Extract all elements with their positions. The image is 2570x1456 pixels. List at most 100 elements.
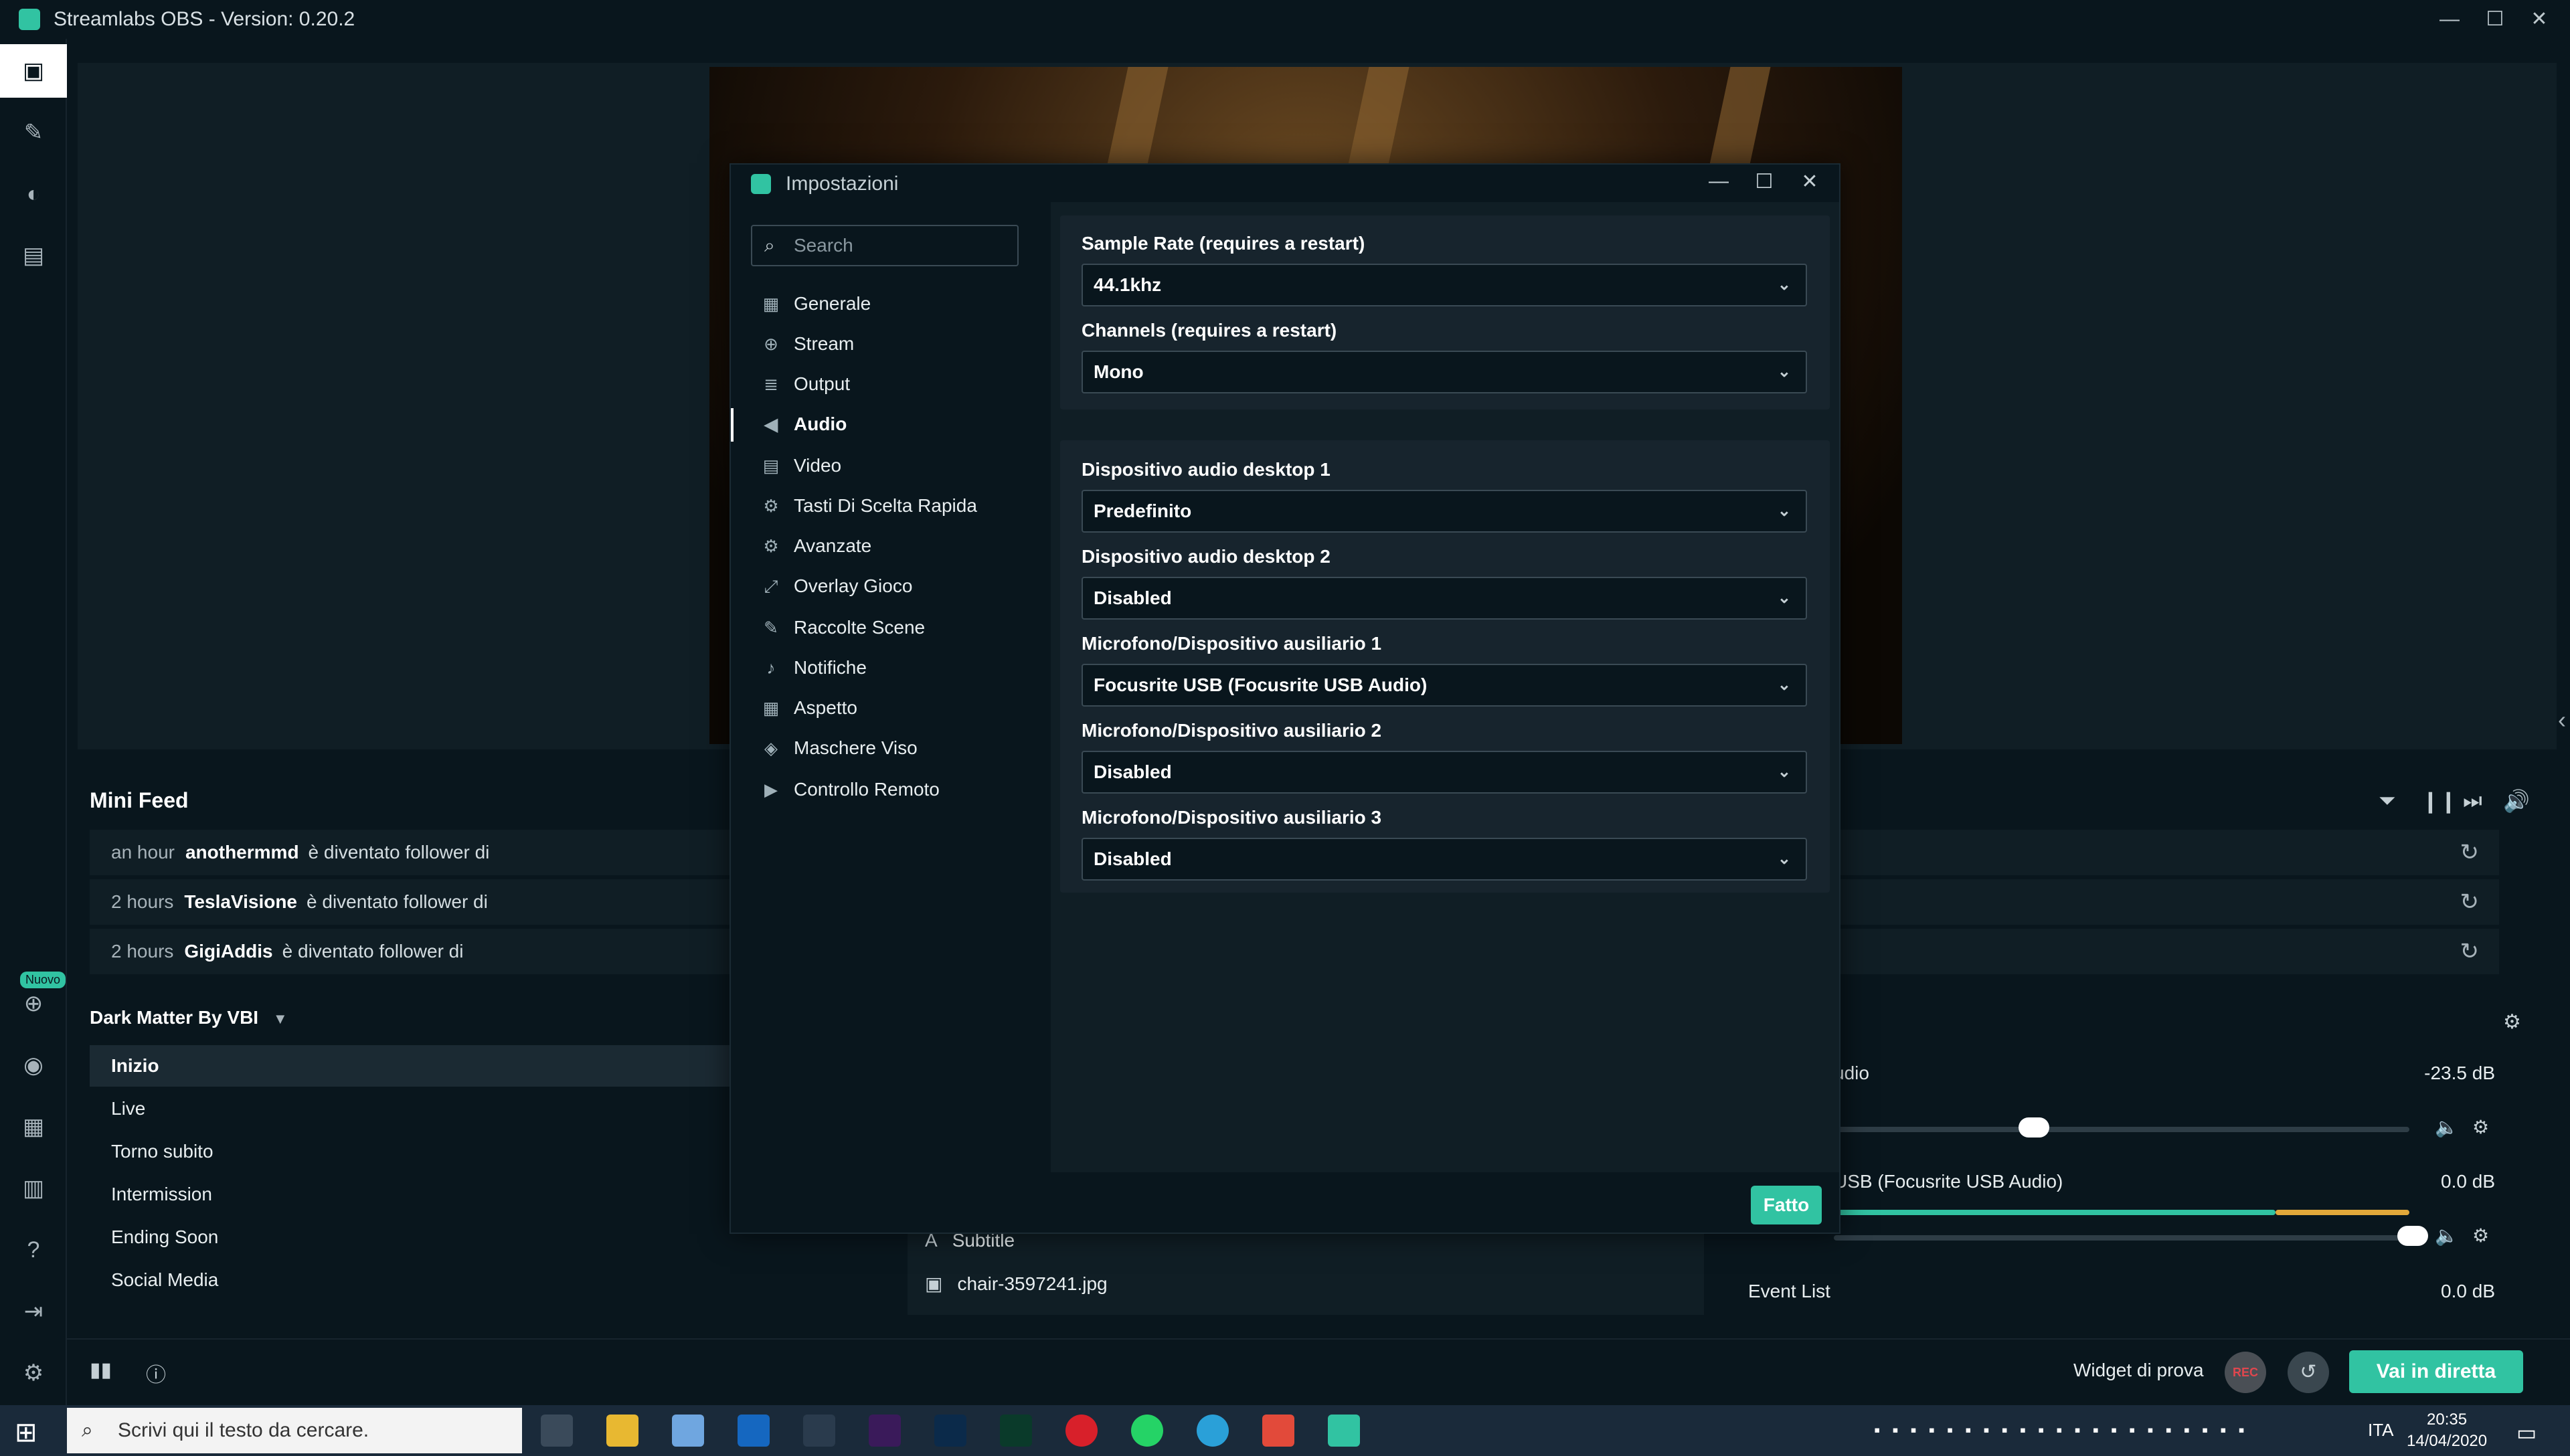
language-indicator[interactable]: ITA bbox=[2368, 1420, 2394, 1441]
desktop-audio-1-select[interactable]: Predefinito ⌄ bbox=[1082, 490, 1807, 533]
volume-slider-handle[interactable] bbox=[2019, 1117, 2049, 1138]
settings-nav-scene-collections[interactable]: ✎ Raccolte Scene bbox=[760, 608, 925, 648]
mute-icon[interactable]: 🔈 bbox=[2435, 1116, 2458, 1138]
layout-icon[interactable]: ▦ bbox=[0, 1100, 67, 1154]
replay-buffer-icon[interactable]: ↺ bbox=[2288, 1352, 2329, 1393]
store-app-icon[interactable] bbox=[803, 1415, 835, 1447]
search-icon: ⌕ bbox=[764, 235, 775, 256]
field-label: Microfono/Dispositivo ausiliario 1 bbox=[1082, 633, 1382, 654]
whatsapp-icon[interactable] bbox=[1131, 1415, 1163, 1447]
close-icon[interactable]: ✕ bbox=[2519, 5, 2559, 33]
app-icon[interactable] bbox=[672, 1415, 704, 1447]
field-label: Dispositivo audio desktop 1 bbox=[1082, 459, 1331, 480]
channels-select[interactable]: Mono ⌄ bbox=[1082, 351, 1807, 393]
maximize-icon[interactable]: ☐ bbox=[2475, 5, 2515, 33]
clock-time: 20:35 bbox=[2427, 1410, 2468, 1429]
source-item[interactable]: ▣ chair-3597241.jpg bbox=[925, 1273, 1108, 1295]
feed-action: è diventato follower di bbox=[282, 941, 464, 962]
settings-nav-output[interactable]: ≣ Output bbox=[760, 364, 850, 404]
settings-nav-hotkeys[interactable]: ⚙ Tasti Di Scelta Rapida bbox=[760, 486, 977, 526]
settings-nav-advanced[interactable]: ⚙ Avanzate bbox=[760, 526, 871, 566]
telegram-icon[interactable] bbox=[1197, 1415, 1229, 1447]
premiere-icon[interactable] bbox=[869, 1415, 901, 1447]
chevron-down-icon: ⌄ bbox=[1777, 676, 1791, 694]
scene-item-social-media[interactable]: Social Media bbox=[90, 1259, 879, 1301]
chatbot-icon[interactable]: ◐ bbox=[0, 167, 67, 221]
settings-nav-notifications[interactable]: ♪ Notifiche bbox=[760, 648, 867, 688]
gears-icon: ⚙ bbox=[763, 536, 779, 556]
mute-icon[interactable]: 🔈 bbox=[2435, 1224, 2458, 1247]
settings-nav-face-masks[interactable]: ◈ Maschere Viso bbox=[760, 728, 918, 768]
performance-icon[interactable]: ▮▮ bbox=[90, 1358, 112, 1382]
info-icon[interactable]: ⓘ bbox=[146, 1358, 166, 1388]
themes-icon[interactable]: ✎ bbox=[0, 106, 67, 159]
field-label: Sample Rate (requires a restart) bbox=[1082, 233, 1365, 254]
record-button[interactable]: REC bbox=[2225, 1352, 2266, 1393]
chevron-left-icon[interactable]: ‹ bbox=[2558, 706, 2566, 734]
audition-icon[interactable] bbox=[1000, 1415, 1032, 1447]
taskbar-search[interactable]: ⌕ Scrivi qui il testo da cercare. bbox=[67, 1408, 522, 1453]
task-view-icon[interactable] bbox=[541, 1415, 573, 1447]
outlook-icon[interactable] bbox=[738, 1415, 770, 1447]
settings-gear-icon[interactable]: ⚙ bbox=[0, 1346, 67, 1400]
logout-icon[interactable]: ⇥ bbox=[0, 1285, 67, 1338]
settings-nav-game-overlay[interactable]: ⤢ Overlay Gioco bbox=[760, 566, 913, 606]
editor-icon[interactable]: ▣ bbox=[0, 44, 67, 98]
help-icon[interactable]: ? bbox=[0, 1223, 67, 1277]
store-icon[interactable]: ▤ bbox=[0, 229, 67, 282]
mic-aux-1-select[interactable]: Focusrite USB (Focusrite USB Audio) ⌄ bbox=[1082, 664, 1807, 707]
app-icon[interactable] bbox=[1262, 1415, 1294, 1447]
streamlabs-taskbar-icon[interactable] bbox=[1328, 1415, 1360, 1447]
photoshop-icon[interactable] bbox=[934, 1415, 966, 1447]
settings-nav-remote-control[interactable]: ▶ Controllo Remoto bbox=[760, 769, 940, 810]
maximize-icon[interactable]: ☐ bbox=[1745, 170, 1783, 193]
settings-nav-audio[interactable]: ◀ Audio bbox=[760, 404, 847, 444]
studio-mode-icon[interactable]: ▥ bbox=[0, 1162, 67, 1215]
skip-icon[interactable]: ⏭ bbox=[2463, 788, 2482, 814]
minimize-icon[interactable]: — bbox=[2429, 5, 2470, 33]
settings-search-input[interactable]: ⌕ Search bbox=[751, 225, 1019, 266]
channel-settings-icon[interactable]: ⚙ bbox=[2472, 1224, 2489, 1247]
sample-rate-select[interactable]: 44.1khz ⌄ bbox=[1082, 264, 1807, 306]
mask-icon: ◈ bbox=[764, 738, 778, 758]
filter-icon[interactable]: ⏷ bbox=[2379, 788, 2396, 814]
settings-dialog: Impostazioni — ☐ ✕ ⌕ Search ▦ Generale ⊕ S… bbox=[730, 163, 1840, 1234]
notifications-icon[interactable]: ▭ bbox=[2516, 1420, 2537, 1445]
desktop-audio-2-select[interactable]: Disabled ⌄ bbox=[1082, 577, 1807, 620]
mic-aux-2-select[interactable]: Disabled ⌄ bbox=[1082, 751, 1807, 794]
minimize-icon[interactable]: — bbox=[1700, 170, 1737, 193]
repeat-icon[interactable]: ↻ bbox=[2460, 879, 2480, 925]
windows-start-icon[interactable]: ⊞ bbox=[15, 1417, 37, 1448]
settings-nav-video[interactable]: ▤ Video bbox=[760, 446, 841, 486]
volume-slider-handle[interactable] bbox=[2397, 1226, 2428, 1246]
mic-aux-3-select[interactable]: Disabled ⌄ bbox=[1082, 838, 1807, 881]
source-label: chair-3597241.jpg bbox=[957, 1273, 1108, 1294]
channel-settings-icon[interactable]: ⚙ bbox=[2472, 1116, 2489, 1138]
volume-slider[interactable] bbox=[1834, 1127, 2409, 1132]
opera-icon[interactable] bbox=[1065, 1415, 1098, 1447]
scene-collection-selector[interactable]: Dark Matter By VBI ▼ bbox=[90, 1007, 288, 1028]
file-explorer-icon[interactable] bbox=[606, 1415, 638, 1447]
pause-icon[interactable]: ❙❙ bbox=[2421, 788, 2458, 814]
app-title: Streamlabs OBS - Version: 0.20.2 bbox=[54, 8, 355, 30]
mixer-settings-icon[interactable]: ⚙ bbox=[2503, 1010, 2521, 1034]
go-live-button[interactable]: Vai in diretta bbox=[2349, 1350, 2523, 1393]
settings-nav-stream[interactable]: ⊕ Stream bbox=[760, 324, 854, 364]
volume-icon[interactable]: 🔊 bbox=[2503, 788, 2530, 814]
clock[interactable]: 20:35 14/04/2020 bbox=[2407, 1409, 2487, 1452]
widget-test-label[interactable]: Widget di prova bbox=[2073, 1360, 2204, 1381]
repeat-icon[interactable]: ↻ bbox=[2460, 830, 2480, 875]
chevron-down-icon: ⌄ bbox=[1777, 589, 1791, 607]
repeat-icon[interactable]: ↻ bbox=[2460, 929, 2480, 974]
close-icon[interactable]: ✕ bbox=[1791, 170, 1828, 193]
settings-content: Sample Rate (requires a restart) 44.1khz… bbox=[1051, 202, 1839, 1199]
play-circle-icon: ▶ bbox=[764, 780, 778, 800]
system-tray-icons[interactable]: ▪▪▪▪▪▪▪▪▪▪▪▪▪▪▪▪▪▪▪▪▪ bbox=[1874, 1420, 2257, 1441]
feed-time: an hour bbox=[111, 842, 175, 862]
volume-slider[interactable] bbox=[1834, 1235, 2409, 1241]
settings-nav-appearance[interactable]: ▦ Aspetto bbox=[760, 688, 857, 728]
settings-nav-generale[interactable]: ▦ Generale bbox=[760, 284, 871, 324]
dashboard-icon[interactable]: ◉ bbox=[0, 1038, 67, 1092]
feed-action: è diventato follower di bbox=[307, 891, 488, 912]
done-button[interactable]: Fatto bbox=[1751, 1186, 1822, 1224]
